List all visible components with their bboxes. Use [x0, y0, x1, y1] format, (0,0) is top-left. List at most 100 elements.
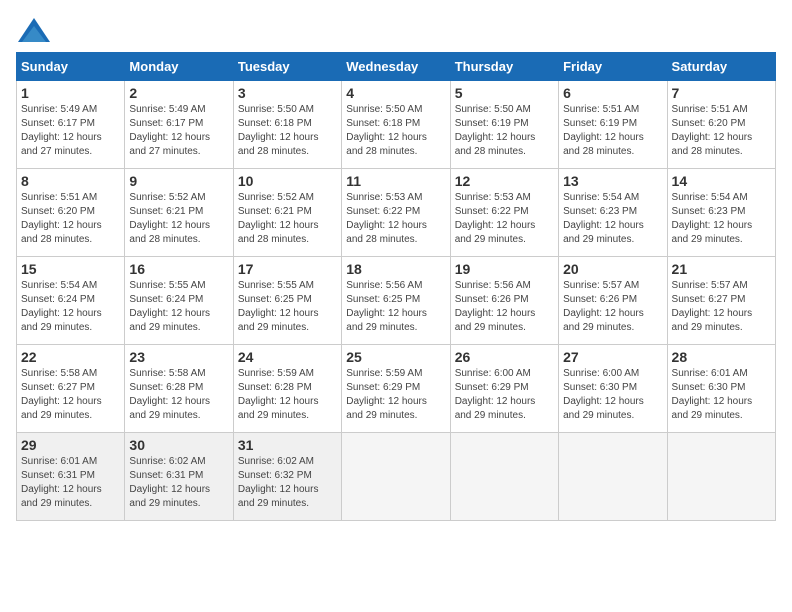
page-header [16, 16, 776, 44]
day-number: 23 [129, 349, 228, 365]
day-cell: 10 Sunrise: 5:52 AMSunset: 6:21 PMDaylig… [233, 169, 341, 257]
day-number: 9 [129, 173, 228, 189]
day-number: 5 [455, 85, 554, 101]
header-thursday: Thursday [450, 53, 558, 81]
day-number: 22 [21, 349, 120, 365]
day-number: 4 [346, 85, 445, 101]
day-info: Sunrise: 5:57 AMSunset: 6:27 PMDaylight:… [672, 280, 753, 333]
day-cell: 7 Sunrise: 5:51 AMSunset: 6:20 PMDayligh… [667, 81, 775, 169]
day-info: Sunrise: 5:51 AMSunset: 6:19 PMDaylight:… [563, 104, 644, 157]
day-number: 24 [238, 349, 337, 365]
logo-icon [16, 16, 52, 44]
day-cell: 2 Sunrise: 5:49 AMSunset: 6:17 PMDayligh… [125, 81, 233, 169]
day-number: 30 [129, 437, 228, 453]
day-cell: 9 Sunrise: 5:52 AMSunset: 6:21 PMDayligh… [125, 169, 233, 257]
day-number: 14 [672, 173, 771, 189]
day-info: Sunrise: 5:51 AMSunset: 6:20 PMDaylight:… [21, 192, 102, 245]
day-number: 10 [238, 173, 337, 189]
day-info: Sunrise: 5:58 AMSunset: 6:27 PMDaylight:… [21, 368, 102, 421]
day-cell: 23 Sunrise: 5:58 AMSunset: 6:28 PMDaylig… [125, 345, 233, 433]
day-number: 6 [563, 85, 662, 101]
day-info: Sunrise: 6:01 AMSunset: 6:30 PMDaylight:… [672, 368, 753, 421]
header-row: SundayMondayTuesdayWednesdayThursdayFrid… [17, 53, 776, 81]
day-info: Sunrise: 5:50 AMSunset: 6:18 PMDaylight:… [238, 104, 319, 157]
header-friday: Friday [559, 53, 667, 81]
week-row-1: 1 Sunrise: 5:49 AMSunset: 6:17 PMDayligh… [17, 81, 776, 169]
day-info: Sunrise: 5:54 AMSunset: 6:23 PMDaylight:… [672, 192, 753, 245]
day-cell: 15 Sunrise: 5:54 AMSunset: 6:24 PMDaylig… [17, 257, 125, 345]
day-cell: 4 Sunrise: 5:50 AMSunset: 6:18 PMDayligh… [342, 81, 450, 169]
day-info: Sunrise: 5:55 AMSunset: 6:24 PMDaylight:… [129, 280, 210, 333]
day-info: Sunrise: 6:01 AMSunset: 6:31 PMDaylight:… [21, 456, 102, 509]
day-number: 11 [346, 173, 445, 189]
day-cell: 11 Sunrise: 5:53 AMSunset: 6:22 PMDaylig… [342, 169, 450, 257]
day-cell: 16 Sunrise: 5:55 AMSunset: 6:24 PMDaylig… [125, 257, 233, 345]
day-number: 13 [563, 173, 662, 189]
day-number: 21 [672, 261, 771, 277]
day-number: 28 [672, 349, 771, 365]
week-row-5: 29 Sunrise: 6:01 AMSunset: 6:31 PMDaylig… [17, 433, 776, 521]
day-info: Sunrise: 5:57 AMSunset: 6:26 PMDaylight:… [563, 280, 644, 333]
week-row-4: 22 Sunrise: 5:58 AMSunset: 6:27 PMDaylig… [17, 345, 776, 433]
day-info: Sunrise: 6:00 AMSunset: 6:29 PMDaylight:… [455, 368, 536, 421]
day-cell: 14 Sunrise: 5:54 AMSunset: 6:23 PMDaylig… [667, 169, 775, 257]
day-cell: 21 Sunrise: 5:57 AMSunset: 6:27 PMDaylig… [667, 257, 775, 345]
day-number: 19 [455, 261, 554, 277]
day-cell: 22 Sunrise: 5:58 AMSunset: 6:27 PMDaylig… [17, 345, 125, 433]
day-info: Sunrise: 5:50 AMSunset: 6:19 PMDaylight:… [455, 104, 536, 157]
day-info: Sunrise: 5:49 AMSunset: 6:17 PMDaylight:… [21, 104, 102, 157]
day-cell: 17 Sunrise: 5:55 AMSunset: 6:25 PMDaylig… [233, 257, 341, 345]
logo [16, 16, 56, 44]
day-cell: 20 Sunrise: 5:57 AMSunset: 6:26 PMDaylig… [559, 257, 667, 345]
day-info: Sunrise: 5:55 AMSunset: 6:25 PMDaylight:… [238, 280, 319, 333]
day-number: 2 [129, 85, 228, 101]
day-info: Sunrise: 5:51 AMSunset: 6:20 PMDaylight:… [672, 104, 753, 157]
day-number: 31 [238, 437, 337, 453]
day-cell: 3 Sunrise: 5:50 AMSunset: 6:18 PMDayligh… [233, 81, 341, 169]
day-cell: 24 Sunrise: 5:59 AMSunset: 6:28 PMDaylig… [233, 345, 341, 433]
day-number: 8 [21, 173, 120, 189]
day-number: 12 [455, 173, 554, 189]
day-cell: 6 Sunrise: 5:51 AMSunset: 6:19 PMDayligh… [559, 81, 667, 169]
day-info: Sunrise: 5:49 AMSunset: 6:17 PMDaylight:… [129, 104, 210, 157]
day-number: 16 [129, 261, 228, 277]
day-cell: 28 Sunrise: 6:01 AMSunset: 6:30 PMDaylig… [667, 345, 775, 433]
day-info: Sunrise: 5:56 AMSunset: 6:26 PMDaylight:… [455, 280, 536, 333]
day-cell: 18 Sunrise: 5:56 AMSunset: 6:25 PMDaylig… [342, 257, 450, 345]
day-info: Sunrise: 5:53 AMSunset: 6:22 PMDaylight:… [346, 192, 427, 245]
day-cell: 31 Sunrise: 6:02 AMSunset: 6:32 PMDaylig… [233, 433, 341, 521]
day-cell [450, 433, 558, 521]
header-sunday: Sunday [17, 53, 125, 81]
day-number: 26 [455, 349, 554, 365]
day-cell: 25 Sunrise: 5:59 AMSunset: 6:29 PMDaylig… [342, 345, 450, 433]
day-number: 15 [21, 261, 120, 277]
day-number: 29 [21, 437, 120, 453]
day-info: Sunrise: 6:02 AMSunset: 6:32 PMDaylight:… [238, 456, 319, 509]
day-info: Sunrise: 5:52 AMSunset: 6:21 PMDaylight:… [129, 192, 210, 245]
day-info: Sunrise: 5:52 AMSunset: 6:21 PMDaylight:… [238, 192, 319, 245]
day-number: 3 [238, 85, 337, 101]
day-info: Sunrise: 5:54 AMSunset: 6:23 PMDaylight:… [563, 192, 644, 245]
day-info: Sunrise: 5:59 AMSunset: 6:28 PMDaylight:… [238, 368, 319, 421]
week-row-3: 15 Sunrise: 5:54 AMSunset: 6:24 PMDaylig… [17, 257, 776, 345]
day-cell [559, 433, 667, 521]
day-cell: 1 Sunrise: 5:49 AMSunset: 6:17 PMDayligh… [17, 81, 125, 169]
day-cell: 5 Sunrise: 5:50 AMSunset: 6:19 PMDayligh… [450, 81, 558, 169]
day-info: Sunrise: 5:59 AMSunset: 6:29 PMDaylight:… [346, 368, 427, 421]
week-row-2: 8 Sunrise: 5:51 AMSunset: 6:20 PMDayligh… [17, 169, 776, 257]
day-cell: 29 Sunrise: 6:01 AMSunset: 6:31 PMDaylig… [17, 433, 125, 521]
header-wednesday: Wednesday [342, 53, 450, 81]
day-number: 27 [563, 349, 662, 365]
day-info: Sunrise: 5:53 AMSunset: 6:22 PMDaylight:… [455, 192, 536, 245]
day-info: Sunrise: 6:02 AMSunset: 6:31 PMDaylight:… [129, 456, 210, 509]
day-cell: 13 Sunrise: 5:54 AMSunset: 6:23 PMDaylig… [559, 169, 667, 257]
calendar-table: SundayMondayTuesdayWednesdayThursdayFrid… [16, 52, 776, 521]
day-cell: 26 Sunrise: 6:00 AMSunset: 6:29 PMDaylig… [450, 345, 558, 433]
header-tuesday: Tuesday [233, 53, 341, 81]
day-number: 1 [21, 85, 120, 101]
day-info: Sunrise: 5:56 AMSunset: 6:25 PMDaylight:… [346, 280, 427, 333]
day-number: 17 [238, 261, 337, 277]
header-saturday: Saturday [667, 53, 775, 81]
day-cell: 12 Sunrise: 5:53 AMSunset: 6:22 PMDaylig… [450, 169, 558, 257]
header-monday: Monday [125, 53, 233, 81]
